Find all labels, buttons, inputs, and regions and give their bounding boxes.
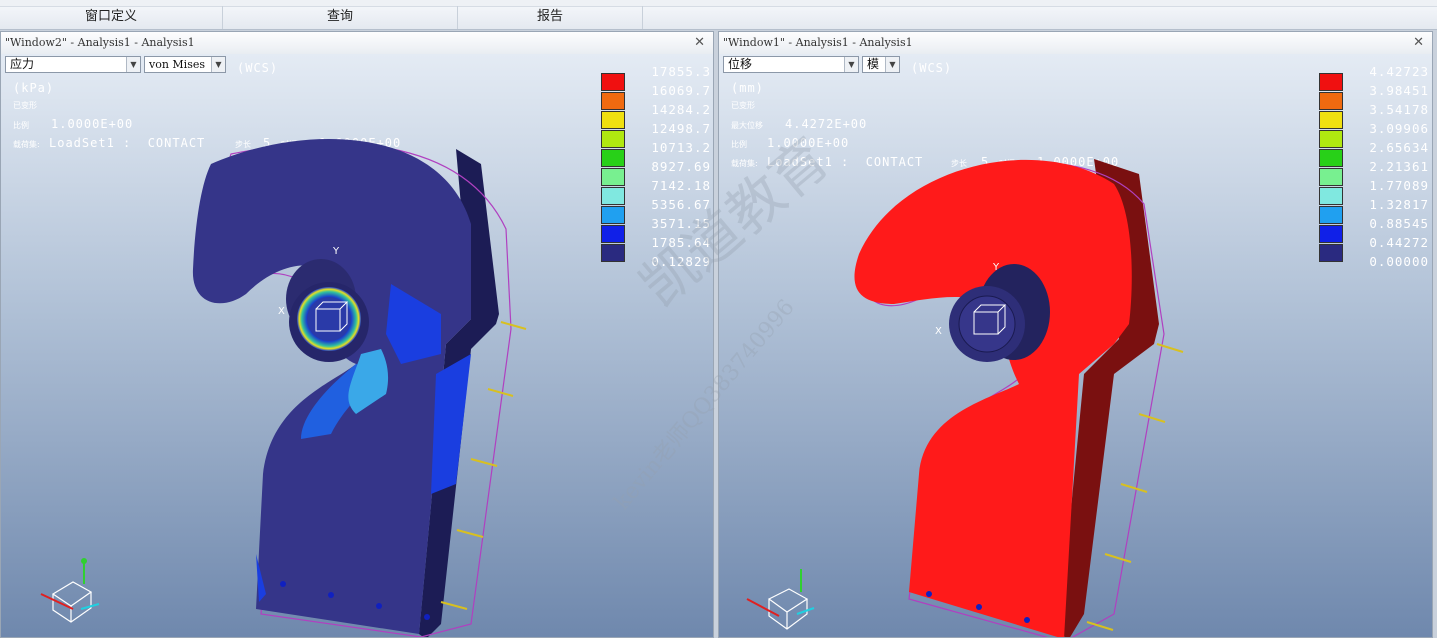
legend-swatch [601,92,625,110]
legend-value: 17855.3 [651,64,711,79]
legend-swatch [601,244,625,262]
triad-label-x: X [935,326,942,337]
displacement-color-legend [1319,73,1345,263]
legend-value: 2.21361 [1369,159,1429,174]
window-title: "Window2" - Analysis1 - Analysis1 [5,36,195,49]
legend-swatch [1319,206,1343,224]
result-window-displacement[interactable]: "Window1" - Analysis1 - Analysis1 ✕ 位移 ▼… [718,31,1433,638]
legend-swatch [1319,130,1343,148]
legend-swatch [1319,111,1343,129]
window-titlebar: "Window2" - Analysis1 - Analysis1 ✕ [1,32,713,55]
triad-label-y: Y [992,262,1000,273]
legend-value: 3.54178 [1369,102,1429,117]
menu-bar: 窗口定义 查询 报告 [0,0,1437,30]
legend-value: 3.09906 [1369,121,1429,136]
legend-value: 5356.67 [651,197,711,212]
legend-swatch [601,168,625,186]
triad-label-x: X [278,306,285,317]
result-window-stress[interactable]: "Window2" - Analysis1 - Analysis1 ✕ 应力 ▼… [0,31,714,638]
legend-swatch [601,73,625,91]
legend-value: 12498.7 [651,121,711,136]
close-icon[interactable]: ✕ [694,35,705,50]
legend-swatch [1319,149,1343,167]
legend-swatch [1319,187,1343,205]
legend-swatch [1319,225,1343,243]
legend-value: 1.32817 [1369,197,1429,212]
legend-value: 7142.18 [651,178,711,193]
graphics-viewport[interactable]: 应力 ▼ von Mises ▼ (WCS) (kPa) 已变形 比例 1.00… [1,54,713,637]
legend-value: 3571.15 [651,216,711,231]
legend-value: 8927.69 [651,159,711,174]
legend-value: 1.77089 [1369,178,1429,193]
window-titlebar: "Window1" - Analysis1 - Analysis1 ✕ [719,32,1432,55]
legend-value: 1785.64 [651,235,711,250]
close-icon[interactable]: ✕ [1413,35,1424,50]
legend-value: 10713.2 [651,140,711,155]
stress-color-legend [601,73,627,263]
legend-swatch [1319,92,1343,110]
legend-swatch [601,225,625,243]
legend-value: 14284.2 [651,102,711,117]
legend-value: 2.65634 [1369,140,1429,155]
window-title: "Window1" - Analysis1 - Analysis1 [723,36,913,49]
legend-swatch [601,187,625,205]
legend-swatch [1319,244,1343,262]
legend-swatch [601,206,625,224]
triad-label-y: Y [332,246,340,257]
legend-value: 0.12829 [651,254,711,269]
menu-report[interactable]: 报告 [458,6,643,29]
legend-swatch [1319,168,1343,186]
legend-value: 16069.7 [651,83,711,98]
graphics-viewport[interactable]: 位移 ▼ 模 ▼ (WCS) (mm) 已变形 最大位移 4.4272E+00 … [719,54,1432,637]
legend-value: 0.44272 [1369,235,1429,250]
menu-window-definition[interactable]: 窗口定义 [0,6,223,29]
legend-value: 0.00000 [1369,254,1429,269]
menu-query[interactable]: 查询 [223,6,458,29]
legend-value: 0.88545 [1369,216,1429,231]
legend-swatch [1319,73,1343,91]
legend-swatch [601,111,625,129]
legend-swatch [601,130,625,148]
world-axis-triad [40,558,100,623]
world-axis-triad [746,569,815,630]
legend-value: 3.98451 [1369,83,1429,98]
legend-swatch [601,149,625,167]
legend-value: 4.42723 [1369,64,1429,79]
